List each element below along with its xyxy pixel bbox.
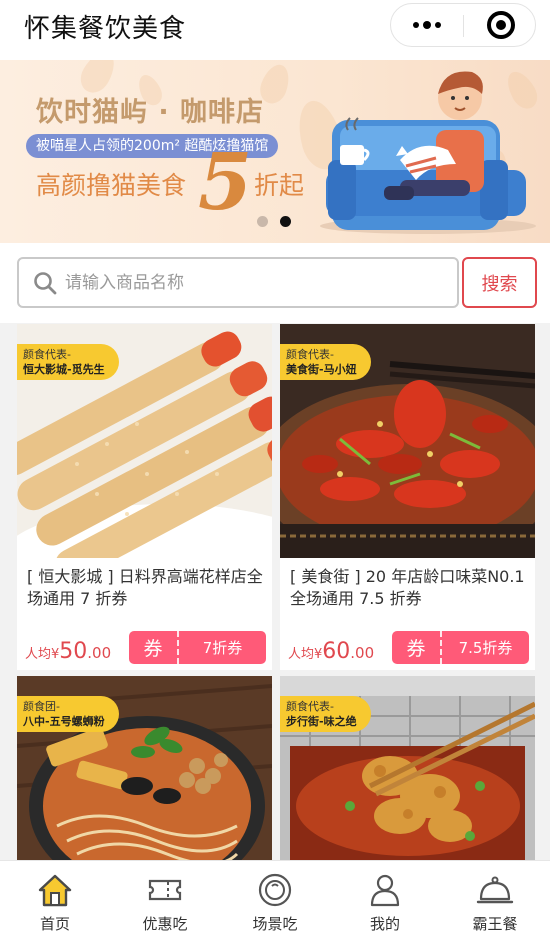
tab-home[interactable]: 首页 — [0, 861, 110, 937]
banner-title: 饮时猫屿 · 咖啡店 — [36, 97, 265, 128]
deal-tag-line2: 步行街-味之绝 — [286, 715, 357, 728]
deal-tag-line2: 美食街-马小妞 — [286, 363, 357, 376]
price-prefix: 人均¥ — [25, 647, 60, 662]
deal-tag: 颜食代表- 美食街-马小妞 — [280, 344, 371, 380]
tab-free-meal[interactable]: 霸王餐 — [440, 861, 550, 937]
deal-tag-line1: 颜食团- — [23, 700, 60, 713]
coupon-label: 券 — [129, 631, 179, 664]
price-integer: 50 — [59, 639, 88, 664]
deal-tag-line2: 恒大影城-觅先生 — [23, 363, 105, 376]
more-menu-button[interactable] — [391, 4, 463, 46]
banner-slogan: 高颜撸猫美食 — [36, 171, 187, 200]
deal-price: 人均¥50.00 — [25, 639, 111, 664]
deal-card[interactable]: 颜食团- 八中-五号螺蛳粉 — [17, 676, 272, 860]
coupon-button[interactable]: 券 7.5折券 — [392, 631, 529, 664]
tab-discount[interactable]: 优惠吃 — [110, 861, 220, 937]
deal-tag: 颜食团- 八中-五号螺蛳粉 — [17, 696, 119, 732]
banner-pagination — [257, 216, 291, 227]
deal-tag: 颜食代表- 步行街-味之绝 — [280, 696, 371, 732]
search-input[interactable] — [65, 269, 445, 297]
tab-label: 我的 — [369, 915, 400, 933]
price-decimal: .00 — [87, 644, 112, 662]
deal-description: [ 美食街 ] 20 年店龄口味菜N0.1 全场通用 7.5 折券 — [290, 567, 525, 608]
cat-cafe-illustration — [320, 71, 536, 234]
deal-tag-line1: 颜食代表- — [23, 348, 71, 361]
cloche-icon — [476, 876, 514, 904]
capsule-divider — [463, 15, 464, 37]
deal-tag-line1: 颜食代表- — [286, 348, 334, 361]
tab-label: 场景吃 — [252, 915, 298, 933]
tab-label: 优惠吃 — [142, 915, 188, 933]
coupon-discount: 7.5折券 — [458, 639, 513, 657]
deal-card[interactable]: 颜食代表- 恒大影城-觅先生 [ 恒大影城 ] 日料界高端花样店全场通用 7 折… — [17, 324, 272, 670]
deal-tag-line2: 八中-五号螺蛳粉 — [23, 715, 105, 728]
coupon-discount: 7折券 — [202, 639, 243, 657]
tab-scene[interactable]: 场景吃 — [220, 861, 330, 937]
tab-label: 霸王餐 — [472, 915, 518, 933]
price-integer: 60 — [322, 639, 351, 664]
price-decimal: .00 — [350, 644, 375, 662]
deal-tag: 颜食代表- 恒大影城-觅先生 — [17, 344, 119, 380]
deal-tag-line1: 颜食代表- — [286, 700, 334, 713]
home-icon — [38, 874, 72, 907]
deal-card[interactable]: 颜食代表- 美食街-马小妞 [ 美食街 ] 20 年店龄口味菜N0.1 全场通用… — [280, 324, 535, 670]
miniprogram-capsule — [390, 3, 536, 47]
banner-discount-number: 5 — [198, 137, 253, 228]
search-area: 搜索 — [0, 243, 550, 323]
promo-banner[interactable]: 饮时猫屿 · 咖啡店 被喵星人占领的200m² 超酷炫撸猫馆 高颜撸猫美食 5 … — [0, 60, 550, 243]
bottom-tab-bar: 首页 优惠吃 场景吃 我的 霸王餐 — [0, 860, 550, 937]
close-miniprogram-icon[interactable] — [487, 11, 515, 39]
banner-dot-2[interactable] — [280, 216, 291, 227]
user-icon — [370, 874, 400, 907]
ticket-icon — [148, 879, 182, 901]
tab-label: 首页 — [39, 915, 70, 933]
deal-card[interactable]: 颜食代表- 步行街-味之绝 — [280, 676, 535, 860]
search-button[interactable]: 搜索 — [462, 257, 537, 308]
coupon-label: 券 — [392, 631, 442, 664]
search-icon — [34, 272, 57, 295]
banner-suffix: 折起 — [254, 171, 305, 200]
plate-icon — [258, 873, 292, 907]
deal-price: 人均¥60.00 — [288, 639, 374, 664]
tab-mine[interactable]: 我的 — [330, 861, 440, 937]
coupon-button[interactable]: 券 7折券 — [129, 631, 266, 664]
search-box[interactable] — [17, 257, 459, 308]
top-bar: 怀集餐饮美食 — [0, 0, 550, 60]
banner-dot-1[interactable] — [257, 216, 268, 227]
app-title: 怀集餐饮美食 — [24, 14, 187, 44]
deal-description: [ 恒大影城 ] 日料界高端花样店全场通用 7 折券 — [27, 567, 263, 608]
price-prefix: 人均¥ — [288, 647, 323, 662]
